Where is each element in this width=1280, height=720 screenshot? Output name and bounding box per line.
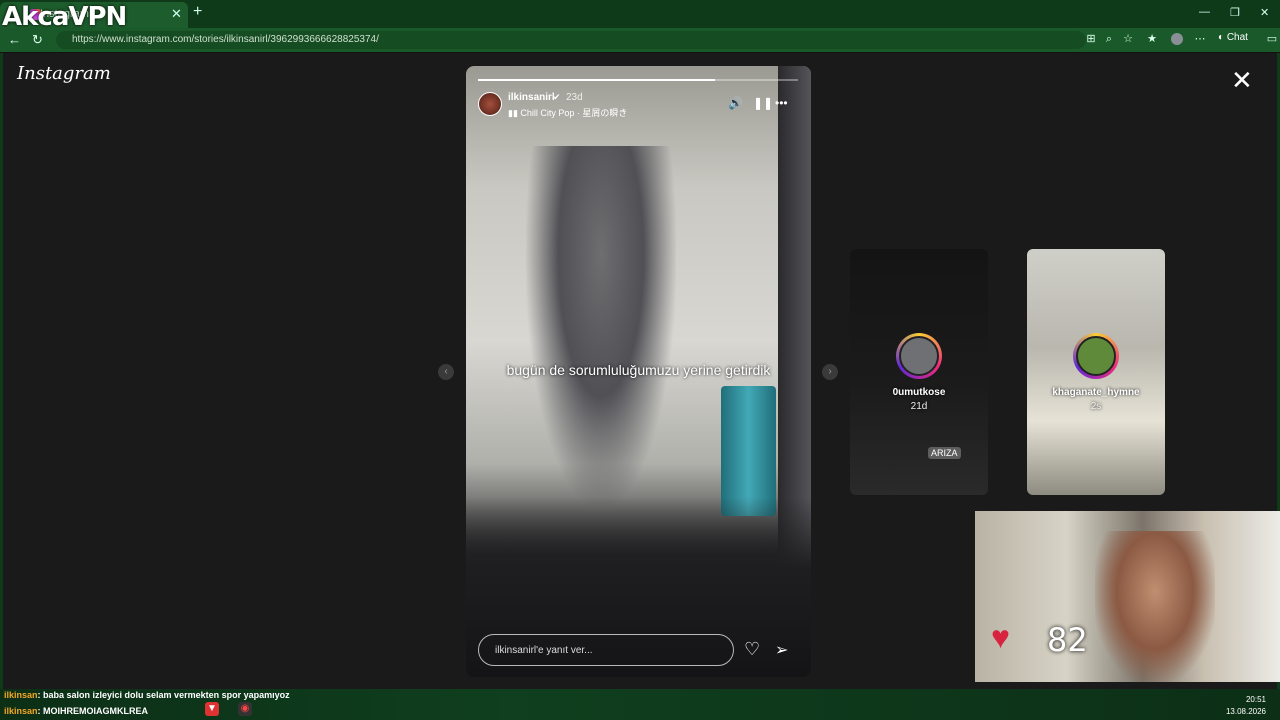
story-music-text: Chill City Pop · 星屑の瞬き [520,108,628,118]
new-tab-button[interactable]: + [193,3,202,21]
story-caption: bugün de sorumluluğumuzu yerine getirdik [506,362,771,378]
story-preview-1[interactable]: 0umutkose 21d ARIZA [850,249,988,495]
story-music-label[interactable]: ▮▮ Chill City Pop · 星屑の瞬き [508,106,627,119]
preview-age: 21d [910,401,928,412]
streamer-webcam-image [1095,531,1215,682]
story-author-avatar[interactable] [478,92,502,116]
minimize-button[interactable]: — [1199,6,1210,18]
preview-username: 0umutkose [892,387,946,398]
app-taskbar-icon[interactable]: ◉ [238,702,252,716]
heart-rate-value: 82 [1047,621,1088,659]
active-story[interactable]: ilkinsanirl ✔ 23d ▮▮ Chill City Pop · 星屑… [466,66,811,677]
clock-time: 20:51 [1245,695,1266,704]
story-reply-input[interactable]: ilkinsanirl'e yanıt ver... [478,634,734,666]
prev-story-arrow-icon[interactable]: ‹ [438,364,454,380]
back-button[interactable]: ← [8,32,21,47]
chat-message: ilkinsan: baba salon izleyici dolu selam… [4,690,290,700]
url-bar[interactable]: https://www.instagram.com/stories/ilkins… [56,31,1086,49]
chat-message: ilkinsan: MOIHREMOIAGMKLREA [4,706,148,716]
preview-avatar [1073,333,1119,379]
story-age: 23d [566,92,583,103]
instagram-logo[interactable]: Instagram [17,63,111,84]
chat-text: : MOIHREMOIAGMKLREA [37,706,149,716]
app-available-icon[interactable]: ⊞ [1085,33,1097,45]
story-author-username[interactable]: ilkinsanirl [508,92,555,103]
brave-browser-icon[interactable]: ▼ [205,702,219,716]
more-options-icon[interactable]: ••• [775,96,788,110]
story-preview-2[interactable]: khaganate_hymne 2s [1027,249,1165,495]
profile-avatar-icon[interactable] [1171,33,1183,45]
chat-username: ilkinsan [4,690,38,700]
sidebar-toggle-icon[interactable]: ▭ [1266,33,1278,45]
browser-tab-bar: Instagram ✕ + AkcaVPN — ❐ ✕ [0,0,1280,32]
chat-text: : baba salon izleyici dolu selam vermekt… [37,690,290,700]
preview-avatar [896,333,942,379]
preview-username: khaganate_hymne [1052,387,1140,398]
favorites-icon[interactable]: ★ [1146,33,1158,45]
heart-rate-icon: ♥ [991,619,1010,655]
copilot-chat-button[interactable]: ◐ Chat [1218,32,1248,43]
story-progress-fill [478,79,715,81]
webcam-overlay: ♥ 82 [975,511,1280,682]
favorite-star-icon[interactable]: ☆ [1122,33,1134,45]
clock-date: 13.08.2026 [1225,707,1266,716]
preview-age: 2s [1090,401,1102,412]
address-toolbar: ← ↻ https://www.instagram.com/stories/il… [0,28,1280,52]
reload-button[interactable]: ↻ [32,32,43,48]
like-heart-icon[interactable]: ♡ [744,639,760,660]
reply-placeholder: ilkinsanirl'e yanıt ver... [495,645,593,656]
chat-label: Chat [1226,32,1248,43]
url-text: https://www.instagram.com/stories/ilkins… [72,34,379,45]
verified-badge-icon: ✔ [553,92,561,102]
close-story-icon[interactable]: ✕ [1231,65,1253,96]
next-story-arrow-icon[interactable]: › [822,364,838,380]
zoom-icon[interactable]: ⌕ [1103,33,1115,45]
pause-icon[interactable]: ❚❚ [753,96,773,110]
story-progress-bar [478,79,798,81]
close-tab-icon[interactable]: ✕ [171,6,182,22]
chat-username: ilkinsan [4,706,38,716]
restore-button[interactable]: ❐ [1230,6,1240,19]
story-photo [526,146,676,506]
send-icon[interactable]: ➢ [775,640,788,660]
preview-location-tag: ARIZA [928,447,961,459]
more-menu-icon[interactable]: ⋯ [1194,33,1206,45]
mute-icon[interactable]: 🔊 [728,96,743,110]
system-clock: 20:51 13.08.2026 [1226,694,1266,718]
window-close-button[interactable]: ✕ [1260,6,1269,19]
